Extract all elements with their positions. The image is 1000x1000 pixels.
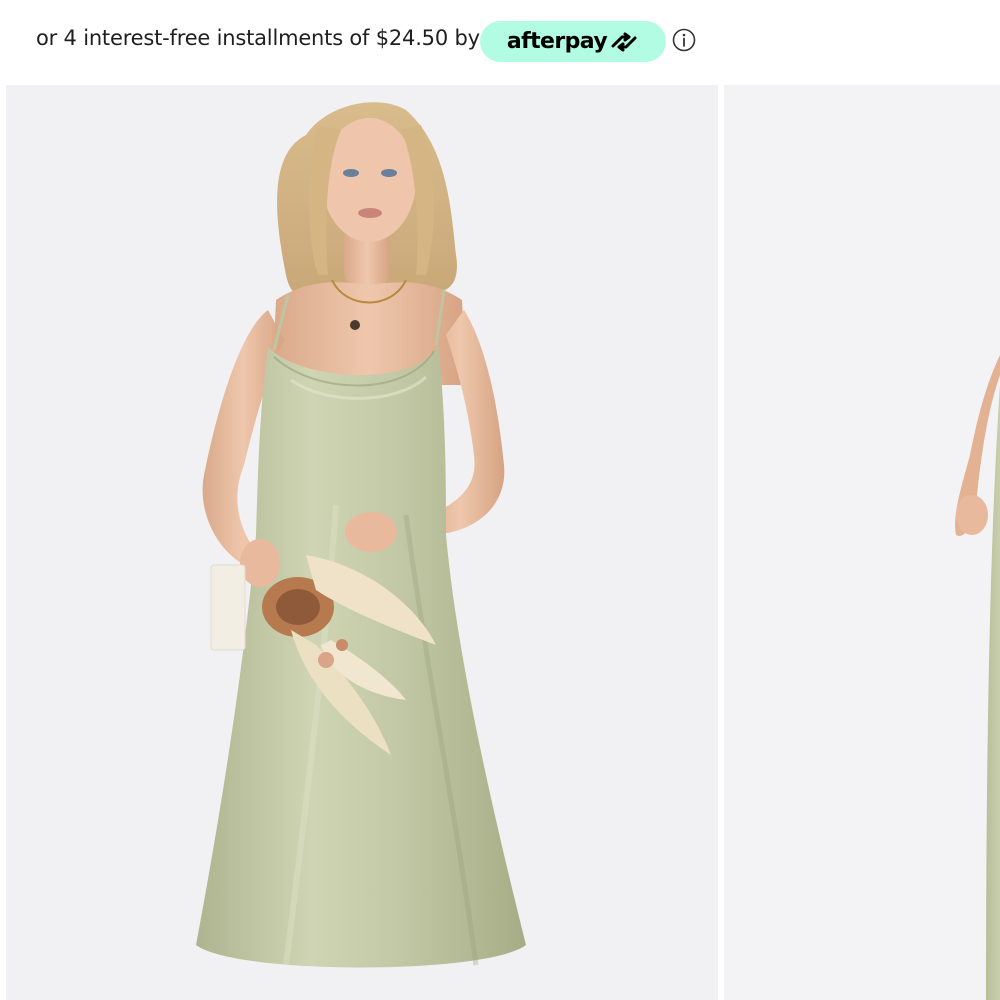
afterpay-label: afterpay [506,29,608,54]
product-photo-main[interactable] [6,85,718,1000]
product-image-gallery [0,85,1000,1000]
afterpay-button[interactable]: afterpay [480,21,666,62]
product-photo-secondary[interactable] [724,85,1000,1000]
afterpay-arrows-icon [611,32,637,51]
model-illustration [196,102,526,968]
payment-bar: or 4 interest-free installments of $24.5… [0,0,1000,85]
info-circle-icon[interactable] [672,28,696,52]
model-illustration-partial [955,355,1000,1000]
installment-text: or 4 interest-free installments of $24.5… [36,26,480,50]
